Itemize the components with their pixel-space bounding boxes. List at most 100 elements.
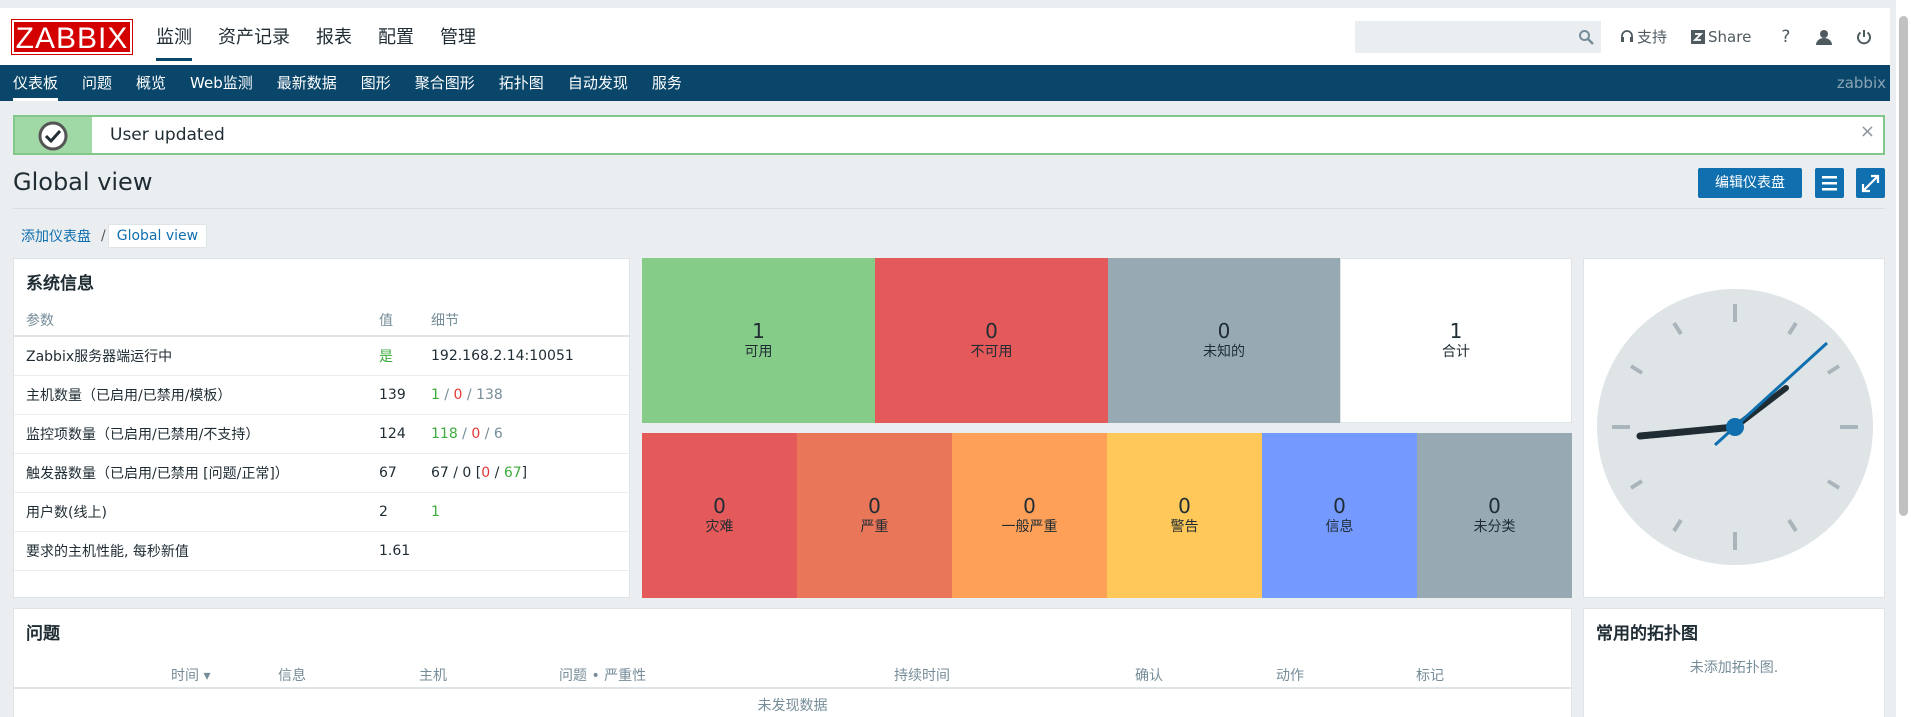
- user-profile-icon[interactable]: [1816, 29, 1833, 45]
- clock-center: [1726, 418, 1744, 436]
- col-ack: 确认: [1135, 668, 1163, 684]
- success-indicator: [15, 117, 92, 153]
- detail-cell: 67 / 0 [0 / 67]: [431, 453, 629, 493]
- not-classified-label: 未分类: [1473, 518, 1516, 535]
- close-icon[interactable]: ×: [1860, 117, 1875, 147]
- sub-menu-bar: 仪表板 问题 概览 Web监测 最新数据 图形 聚合图形 拓扑图 自动发现 服务…: [0, 65, 1890, 101]
- top-header: ZABBIX 监测 资产记录 报表 配置 管理 支持 Share ?: [0, 0, 1890, 65]
- availability-available[interactable]: 1 可用: [642, 258, 875, 423]
- clock-face: [1597, 289, 1873, 565]
- detail-cell: 118 / 0 / 6: [431, 414, 629, 454]
- empty-message: 未发现数据: [757, 698, 828, 714]
- table-row: 用户数(线上) 2 1: [14, 492, 629, 532]
- support-link[interactable]: 支持: [1620, 26, 1667, 47]
- severity-not-classified[interactable]: 0 未分类: [1417, 433, 1572, 598]
- zabbix-logo[interactable]: ZABBIX: [11, 19, 133, 55]
- col-actions: 动作: [1276, 668, 1304, 684]
- detail-cell: 192.168.2.14:10051: [431, 336, 629, 376]
- submenu-problems[interactable]: 问题: [82, 65, 112, 101]
- value-cell: 67: [379, 453, 431, 493]
- submenu-services[interactable]: 服务: [652, 65, 682, 101]
- table-row: 主机数量（已启用/已禁用/模板） 139 1 / 0 / 138: [14, 375, 629, 415]
- hamburger-icon: [1822, 176, 1837, 191]
- value-cell: 139: [379, 375, 431, 415]
- ok-count: 67: [503, 464, 522, 481]
- problem-count: 0: [481, 464, 491, 481]
- high-count: 0: [868, 493, 881, 518]
- share-link[interactable]: Share: [1691, 28, 1751, 46]
- disaster-label: 灾难: [705, 518, 734, 535]
- system-info-widget: 系统信息 参数 值 细节 Zabbix服务器端运行中 是 192.168.2.1…: [13, 258, 630, 598]
- available-count: 1: [752, 318, 765, 343]
- param-cell: 触发器数量（已启用/已禁用 [问题/正常]）: [14, 453, 379, 493]
- edit-dashboard-button[interactable]: 编辑仪表盘: [1698, 168, 1802, 198]
- problems-by-severity-widget: 0 灾难 0 严重 0 一般严重 0 警告 0 信息 0 未分类: [642, 433, 1572, 598]
- availability-unknown[interactable]: 0 未知的: [1108, 258, 1340, 423]
- submenu-latest-data[interactable]: 最新数据: [277, 65, 337, 101]
- main-menu: 监测 资产记录 报表 配置 管理: [156, 20, 502, 68]
- menu-reports[interactable]: 报表: [316, 20, 352, 68]
- widget-title: 问题: [26, 624, 60, 644]
- unavailable-count: 0: [985, 318, 998, 343]
- submenu-maps[interactable]: 拓扑图: [499, 65, 544, 101]
- table-row: 要求的主机性能, 每秒新值 1.61: [14, 531, 629, 571]
- col-parameter: 参数: [26, 312, 54, 329]
- header-icons: 支持 Share ?: [1620, 26, 1872, 47]
- logout-icon[interactable]: [1856, 29, 1872, 45]
- col-tags: 标记: [1416, 668, 1444, 684]
- breadcrumb-parent[interactable]: 添加仪表盘: [13, 223, 99, 249]
- average-label: 一般严重: [1001, 518, 1058, 535]
- empty-message: 未添加拓扑图.: [1689, 660, 1779, 676]
- action-menu-button[interactable]: [1815, 168, 1844, 198]
- col-value: 值: [379, 312, 393, 329]
- severity-average[interactable]: 0 一般严重: [952, 433, 1107, 598]
- availability-unavailable[interactable]: 0 不可用: [875, 258, 1108, 423]
- severity-high[interactable]: 0 严重: [797, 433, 952, 598]
- submenu-web[interactable]: Web监测: [190, 65, 253, 101]
- enabled-count: 1: [431, 386, 440, 403]
- submenu-overview[interactable]: 概览: [136, 65, 166, 101]
- not-classified-count: 0: [1488, 493, 1501, 518]
- severity-information[interactable]: 0 信息: [1262, 433, 1417, 598]
- separator: /: [462, 386, 477, 403]
- unknown-count: 0: [1217, 318, 1231, 343]
- severity-warning[interactable]: 0 警告: [1107, 433, 1262, 598]
- col-info: 信息: [278, 668, 306, 684]
- fullscreen-button[interactable]: [1856, 168, 1885, 198]
- warning-label: 警告: [1170, 518, 1199, 535]
- breadcrumb-current[interactable]: Global view: [107, 224, 208, 248]
- menu-administration[interactable]: 管理: [440, 20, 476, 68]
- available-label: 可用: [744, 343, 773, 360]
- value-cell: 2: [379, 492, 431, 532]
- title-divider: [13, 208, 1885, 209]
- scrollbar-thumb[interactable]: [1899, 16, 1908, 516]
- search-input[interactable]: [1355, 21, 1601, 53]
- headset-icon: [1621, 29, 1633, 42]
- menu-inventory[interactable]: 资产记录: [218, 20, 290, 68]
- menu-monitoring[interactable]: 监测: [156, 20, 192, 61]
- availability-total[interactable]: 1 合计: [1340, 258, 1572, 423]
- favourite-maps-widget: 常用的拓扑图 未添加拓扑图.: [1583, 608, 1885, 717]
- severity-disaster[interactable]: 0 灾难: [642, 433, 797, 598]
- submenu-discovery[interactable]: 自动发现: [568, 65, 628, 101]
- widget-title: 系统信息: [26, 274, 94, 294]
- table-row: 触发器数量（已启用/已禁用 [问题/正常]） 67 67 / 0 [0 / 67…: [14, 453, 629, 493]
- param-cell: 要求的主机性能, 每秒新值: [14, 531, 379, 571]
- submenu-graphs[interactable]: 图形: [361, 65, 391, 101]
- separator: /: [457, 425, 472, 442]
- search-icon[interactable]: [1578, 29, 1594, 45]
- share-z-icon: [1691, 29, 1706, 44]
- help-icon[interactable]: ?: [1781, 27, 1790, 47]
- unknown-label: 未知的: [1203, 343, 1245, 360]
- page-scrollbar[interactable]: [1896, 0, 1911, 717]
- submenu-screens[interactable]: 聚合图形: [415, 65, 475, 101]
- col-time[interactable]: 时间 ▾: [171, 665, 210, 685]
- submenu-dashboard[interactable]: 仪表板: [13, 65, 59, 101]
- col-host: 主机: [419, 668, 447, 684]
- param-cell: Zabbix服务器端运行中: [14, 336, 379, 376]
- breadcrumb-separator: /: [101, 228, 106, 244]
- share-label: Share: [1708, 27, 1752, 46]
- bracket: ]: [521, 464, 528, 481]
- host-availability-widget: 1 可用 0 不可用 0 未知的 1 合计: [642, 258, 1572, 423]
- menu-configuration[interactable]: 配置: [378, 20, 414, 68]
